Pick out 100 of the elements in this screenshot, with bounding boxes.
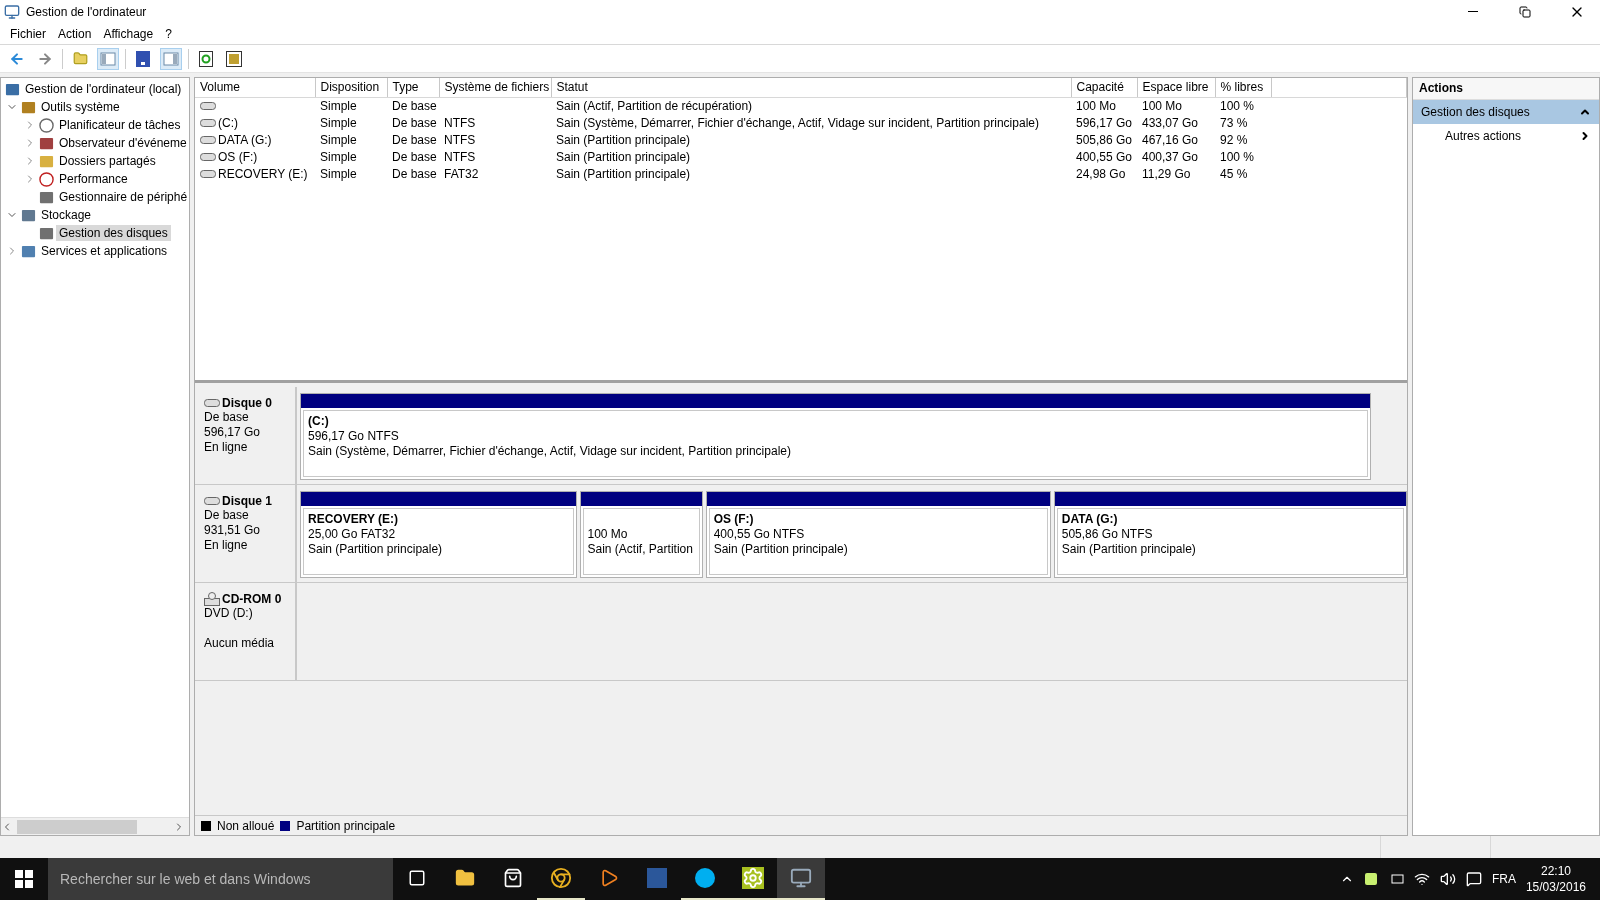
table-cell: Sain (Actif, Partition de récupération) xyxy=(556,98,753,113)
taskbar-app[interactable] xyxy=(777,858,825,900)
tree-item[interactable]: Gestion des disques xyxy=(56,225,171,241)
column-header[interactable]: Type xyxy=(387,78,439,97)
menu-item[interactable]: ? xyxy=(159,24,178,43)
column-header[interactable]: Espace libre xyxy=(1137,78,1215,97)
disk-info: En ligne xyxy=(204,538,249,553)
window-title: Gestion de l'ordinateur xyxy=(26,4,148,19)
disk-info: En ligne xyxy=(204,440,249,455)
pane-icon xyxy=(100,51,116,66)
drive-icon xyxy=(200,135,216,144)
column-header[interactable]: Système de fichiers xyxy=(439,78,551,97)
task-view-icon xyxy=(408,869,426,887)
minimize-icon xyxy=(1468,11,1478,12)
language-indicator[interactable]: FRA xyxy=(1491,872,1516,886)
table-cell: De base xyxy=(392,132,437,147)
table-cell: 11,29 Go xyxy=(1142,166,1191,181)
column-header[interactable]: Volume xyxy=(195,78,315,97)
disk-info: 596,17 Go xyxy=(204,425,262,440)
pane-title: Actions xyxy=(1413,78,1599,100)
partition-size: 505,86 Go NTFS xyxy=(1061,527,1154,542)
tree-item[interactable]: Stockage xyxy=(38,207,95,223)
clock-time: 22:10 xyxy=(1540,864,1571,878)
column-header[interactable]: Disposition xyxy=(315,78,387,97)
scrollbar-thumb[interactable] xyxy=(17,819,137,834)
disk-info: DVD (D:) xyxy=(204,606,254,621)
search-field[interactable]: Rechercher sur le web et dans Windows xyxy=(48,858,393,900)
table-cell: 100 % xyxy=(1220,149,1255,164)
tree-item[interactable]: Observateur d'événeme xyxy=(56,135,189,151)
drive-icon xyxy=(200,152,216,161)
partition-label: (C:) xyxy=(308,414,330,429)
tray-app-icon[interactable] xyxy=(1363,872,1378,886)
table-cell: 596,17 Go xyxy=(1076,115,1133,130)
notifications-icon[interactable] xyxy=(1465,871,1482,887)
column-header[interactable]: Statut xyxy=(551,78,1071,97)
node-icon xyxy=(39,171,54,187)
table-cell: 467,16 Go xyxy=(1142,132,1199,147)
table-cell: FAT32 xyxy=(444,166,479,181)
table-cell: Simple xyxy=(320,132,357,147)
partition-block[interactable]: OS (F:) 400,55 Go NTFS Sain (Partition principale) xyxy=(705,491,1051,578)
table-cell: 505,86 Go xyxy=(1076,132,1133,147)
partition-status: Sain (Partition principale) xyxy=(308,542,444,557)
partition-block[interactable]: RECOVERY (E:) 25,00 Go FAT32 Sain (Partition principale) xyxy=(300,491,577,578)
partition-block[interactable]: DATA (G:) 505,86 Go NTFS Sain (Partition principale) xyxy=(1053,491,1407,578)
tree-toggle-button[interactable] xyxy=(97,47,119,70)
disk-name: Disque 0 xyxy=(222,395,272,410)
table-cell: Sain (Système, Démarrer, Fichier d'échange, Actif, Vidage sur incident, Partition principale) xyxy=(556,115,1039,130)
wifi-icon[interactable] xyxy=(1413,871,1430,887)
table-cell: Sain (Partition principale) xyxy=(556,149,691,164)
windows-icon xyxy=(15,870,33,888)
table-cell: Sain (Partition principale) xyxy=(556,166,691,181)
drive-icon xyxy=(200,101,216,110)
column-header[interactable]: % libres xyxy=(1215,78,1271,97)
table-cell: RECOVERY (E:) xyxy=(218,166,308,181)
tree-item[interactable]: Gestionnaire de périphé xyxy=(56,189,189,205)
table-cell: 100 Mo xyxy=(1076,98,1117,113)
table-cell: 100 Mo xyxy=(1142,98,1183,113)
browser-icon xyxy=(550,867,572,889)
refresh-icon xyxy=(199,50,213,67)
node-icon xyxy=(21,243,36,259)
disk-name: CD-ROM 0 xyxy=(222,591,282,606)
disk-info: 931,51 Go xyxy=(204,523,262,538)
node-icon xyxy=(21,207,36,223)
table-cell: NTFS xyxy=(444,115,476,130)
table-cell: 24,98 Go xyxy=(1076,166,1126,181)
table-cell: NTFS xyxy=(444,132,476,147)
partition-block[interactable]: (C:) 596,17 Go NTFS Sain (Système, Démarrer, Fichier d'échange, Actif, Vidage sur incident, Partition principale) xyxy=(300,393,1371,480)
partition-status: Sain (Partition principale) xyxy=(713,542,849,557)
table-cell: De base xyxy=(392,98,437,113)
drive-icon xyxy=(200,118,216,127)
app-icon xyxy=(4,3,20,20)
tree-item[interactable]: Performance xyxy=(56,171,131,187)
partition-size: 25,00 Go FAT32 xyxy=(308,527,397,542)
tree-item[interactable]: Gestion de l'ordinateur (local) xyxy=(22,81,185,97)
section-header[interactable]: Gestion des disques xyxy=(1413,100,1599,124)
drive-icon xyxy=(200,169,216,178)
table-cell: De base xyxy=(392,166,437,181)
menu-item[interactable]: Affichage xyxy=(97,24,160,43)
play-icon xyxy=(599,868,619,888)
table-cell: 73 % xyxy=(1220,115,1248,130)
disk-info: De base xyxy=(204,508,250,523)
tree-item[interactable]: Services et applications xyxy=(38,243,171,259)
tree-item[interactable]: Outils système xyxy=(38,99,123,115)
table-cell: 92 % xyxy=(1220,132,1248,147)
tree-item[interactable]: Planificateur de tâches xyxy=(56,117,184,133)
menu-item[interactable]: Action xyxy=(52,24,98,43)
partition-status: Sain (Partition principale) xyxy=(1061,542,1197,557)
partition-block[interactable]: 100 Mo Sain (Actif, Partition xyxy=(579,491,703,578)
tree-item[interactable]: Dossiers partagés xyxy=(56,153,159,169)
submenu-item[interactable]: Autres actions xyxy=(1413,124,1599,148)
column-header[interactable]: Capacité xyxy=(1071,78,1137,97)
clock-date: 15/03/2016 xyxy=(1525,880,1586,894)
menu-item[interactable]: Fichier xyxy=(4,24,52,43)
legend-label: Partition principale xyxy=(296,818,396,833)
cd-drive-icon xyxy=(204,591,220,606)
table-cell: 400,55 Go xyxy=(1076,149,1133,164)
table-cell: 45 % xyxy=(1220,166,1248,181)
table-cell: De base xyxy=(392,149,437,164)
volume-icon[interactable] xyxy=(1439,871,1456,887)
media-status: Aucun média xyxy=(204,636,276,651)
